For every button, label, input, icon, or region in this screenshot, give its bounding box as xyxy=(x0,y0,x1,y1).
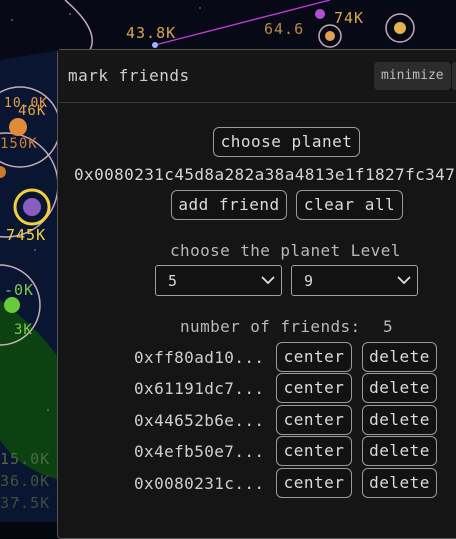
center-button[interactable]: center xyxy=(276,468,352,498)
friend-address: 0xff80ad10... xyxy=(134,348,265,367)
delete-button[interactable]: delete xyxy=(362,405,437,435)
center-button[interactable]: center xyxy=(276,342,352,372)
center-button[interactable]: center xyxy=(276,405,352,435)
map-label: 15.0K xyxy=(0,450,51,468)
center-button[interactable]: center xyxy=(276,436,352,466)
friend-address: 0x4efb50e7... xyxy=(134,442,265,461)
list-item: 0x61191dc7... center delete xyxy=(58,373,456,403)
choose-planet-button[interactable]: choose planet xyxy=(213,127,360,157)
chevron-down-icon xyxy=(397,276,411,285)
list-item: 0x44652b6e... center delete xyxy=(58,405,456,435)
delete-button[interactable]: delete xyxy=(362,373,437,403)
list-item: 0x0080231c... center delete xyxy=(58,468,456,498)
map-label: 74K xyxy=(334,9,365,27)
clear-all-button[interactable]: clear all xyxy=(296,190,403,220)
friend-address: 0x0080231c... xyxy=(134,474,265,493)
map-label: 43.8K xyxy=(126,24,177,42)
friends-count-label: number of friends: xyxy=(180,317,361,336)
level-min-value: 5 xyxy=(168,272,178,290)
level-max-select[interactable]: 9 xyxy=(291,265,418,296)
map-label: 3K xyxy=(14,322,33,338)
map-label: 37.5K xyxy=(0,494,51,512)
level-min-select[interactable]: 5 xyxy=(155,265,282,296)
delete-button[interactable]: delete xyxy=(362,468,437,498)
add-friend-button[interactable]: add friend xyxy=(171,190,287,220)
list-item: 0x4efb50e7... center delete xyxy=(58,436,456,466)
friend-address: 0x61191dc7... xyxy=(134,379,265,398)
list-item: 0xff80ad10... center delete xyxy=(58,342,456,372)
map-label: 36.0K xyxy=(0,472,51,490)
friend-address: 0x44652b6e... xyxy=(134,411,265,430)
map-label: -0K xyxy=(4,281,35,299)
map-label: 64.6 xyxy=(264,20,305,38)
chevron-down-icon xyxy=(261,276,275,285)
delete-button[interactable]: delete xyxy=(362,342,437,372)
mark-friends-panel: mark friends minimize choose planet 0x00… xyxy=(57,49,456,539)
map-label: 46K xyxy=(18,103,47,119)
panel-title: mark friends xyxy=(68,66,190,85)
map-label: 150K xyxy=(0,136,38,152)
minimize-button[interactable]: minimize xyxy=(374,62,451,90)
level-heading: choose the planet Level xyxy=(170,241,401,260)
friends-count: 5 xyxy=(383,317,394,336)
selected-planet-address: 0x0080231c45d8a282a38a4813e1f1827fc347 xyxy=(74,165,456,184)
close-button[interactable] xyxy=(452,62,456,90)
level-max-value: 9 xyxy=(304,272,314,290)
delete-button[interactable]: delete xyxy=(362,436,437,466)
panel-titlebar[interactable]: mark friends minimize xyxy=(58,50,456,103)
map-label: 745K xyxy=(6,226,47,244)
center-button[interactable]: center xyxy=(276,373,352,403)
